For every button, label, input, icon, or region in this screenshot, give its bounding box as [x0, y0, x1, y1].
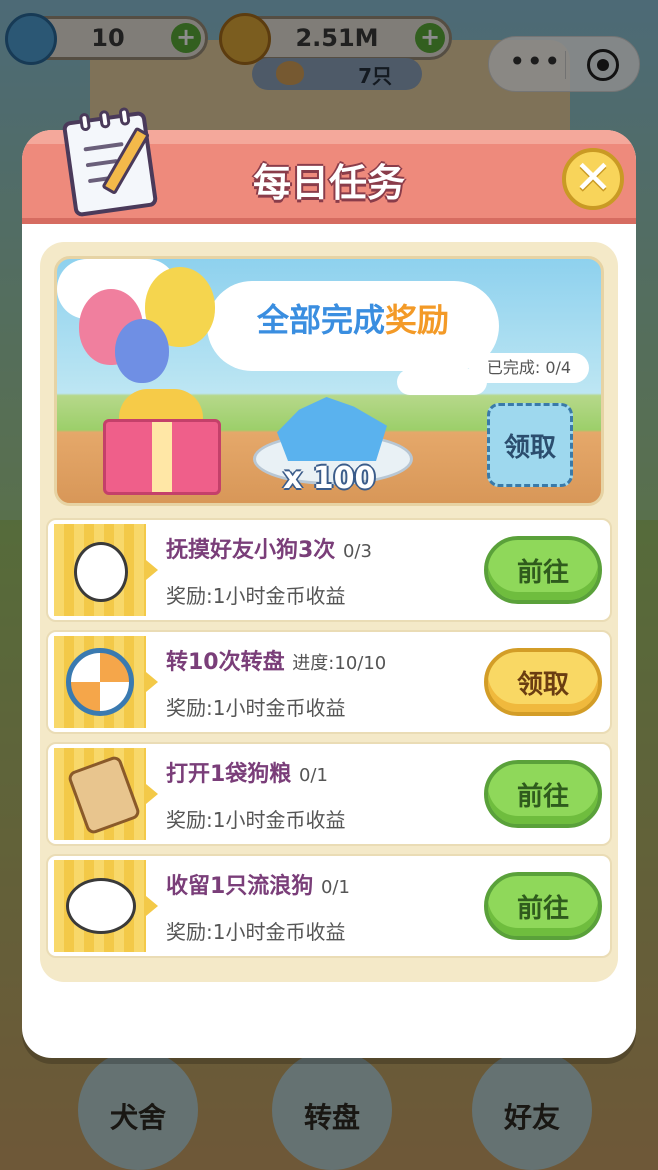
claim-all-reward-button[interactable]: 领取: [487, 403, 573, 487]
task-title: 抚摸好友小狗3次 0/3: [166, 532, 372, 564]
balloon-icon: [115, 319, 169, 383]
task-reward: 奖励:1小时金币收益: [166, 696, 346, 720]
task-reward: 奖励:1小时金币收益: [166, 584, 346, 608]
go-button[interactable]: 前往: [484, 872, 602, 940]
banner-title-main: 全部完成: [256, 301, 385, 339]
task-progress: 0/1: [320, 877, 350, 898]
task-title-text: 转10次转盘: [166, 650, 285, 675]
task-reward: 奖励:1小时金币收益: [166, 920, 346, 944]
task-row: 收留1只流浪狗 0/1 奖励:1小时金币收益 前往: [46, 854, 612, 958]
poodle-icon: [66, 878, 136, 934]
notebook-line: [83, 141, 124, 152]
task-reward: 奖励:1小时金币收益: [166, 808, 346, 832]
task-row: 打开1袋狗粮 0/1 奖励:1小时金币收益 前往: [46, 742, 612, 846]
completion-progress: 已完成: 0/4: [469, 353, 589, 383]
pet-dog-thumbnail: [54, 524, 158, 616]
diamond-pile-icon: [277, 397, 387, 461]
task-progress: 进度:10/10: [292, 653, 387, 674]
stray-dog-thumbnail: [54, 860, 158, 952]
thumb-notch: [146, 784, 158, 804]
thumb-notch: [146, 560, 158, 580]
gift-box-icon: [103, 419, 221, 495]
reward-quantity: x 100: [283, 461, 376, 496]
go-button-label: 前往: [516, 557, 569, 588]
banner-title-highlight: 奖励: [385, 301, 450, 339]
task-title-text: 打开1袋狗粮: [166, 762, 292, 787]
claim-button[interactable]: 领取: [484, 648, 602, 716]
claim-all-label: 领取: [503, 432, 556, 463]
claim-button-label: 领取: [516, 669, 569, 700]
task-progress: 0/1: [298, 765, 328, 786]
all-complete-reward-banner: 全部完成奖励 x 100 已完成: 0/4 领取: [54, 256, 604, 506]
go-button[interactable]: 前往: [484, 536, 602, 604]
banner-title: 全部完成奖励: [207, 295, 499, 341]
white-dog-icon: [74, 542, 128, 602]
close-icon: ✕: [573, 150, 613, 204]
task-title: 打开1袋狗粮 0/1: [166, 756, 328, 788]
go-button-label: 前往: [516, 893, 569, 924]
task-progress: 0/3: [342, 541, 372, 562]
task-title: 收留1只流浪狗 0/1: [166, 868, 350, 900]
food-bag-icon: [66, 754, 142, 836]
task-row: 抚摸好友小狗3次 0/3 奖励:1小时金币收益 前往: [46, 518, 612, 622]
go-button[interactable]: 前往: [484, 760, 602, 828]
daily-tasks-modal: 每日任务 ✕ 全部完成奖励 x 100 已完成: 0/4 领取 抚摸好友小狗3次…: [22, 130, 636, 1058]
task-panel: 全部完成奖励 x 100 已完成: 0/4 领取 抚摸好友小狗3次 0/3 奖励…: [40, 242, 618, 982]
thumb-notch: [146, 896, 158, 916]
go-button-label: 前往: [516, 781, 569, 812]
task-title-text: 收留1只流浪狗: [166, 874, 314, 899]
task-title: 转10次转盘 进度:10/10: [166, 644, 386, 676]
task-title-text: 抚摸好友小狗3次: [166, 538, 336, 563]
dog-food-thumbnail: [54, 748, 158, 840]
notebook-icon: [61, 106, 159, 218]
thumb-notch: [146, 672, 158, 692]
close-button[interactable]: ✕: [562, 148, 624, 210]
spin-wheel-icon: [66, 648, 134, 716]
task-row: 转10次转盘 进度:10/10 奖励:1小时金币收益 领取: [46, 630, 612, 734]
wheel-thumbnail: [54, 636, 158, 728]
